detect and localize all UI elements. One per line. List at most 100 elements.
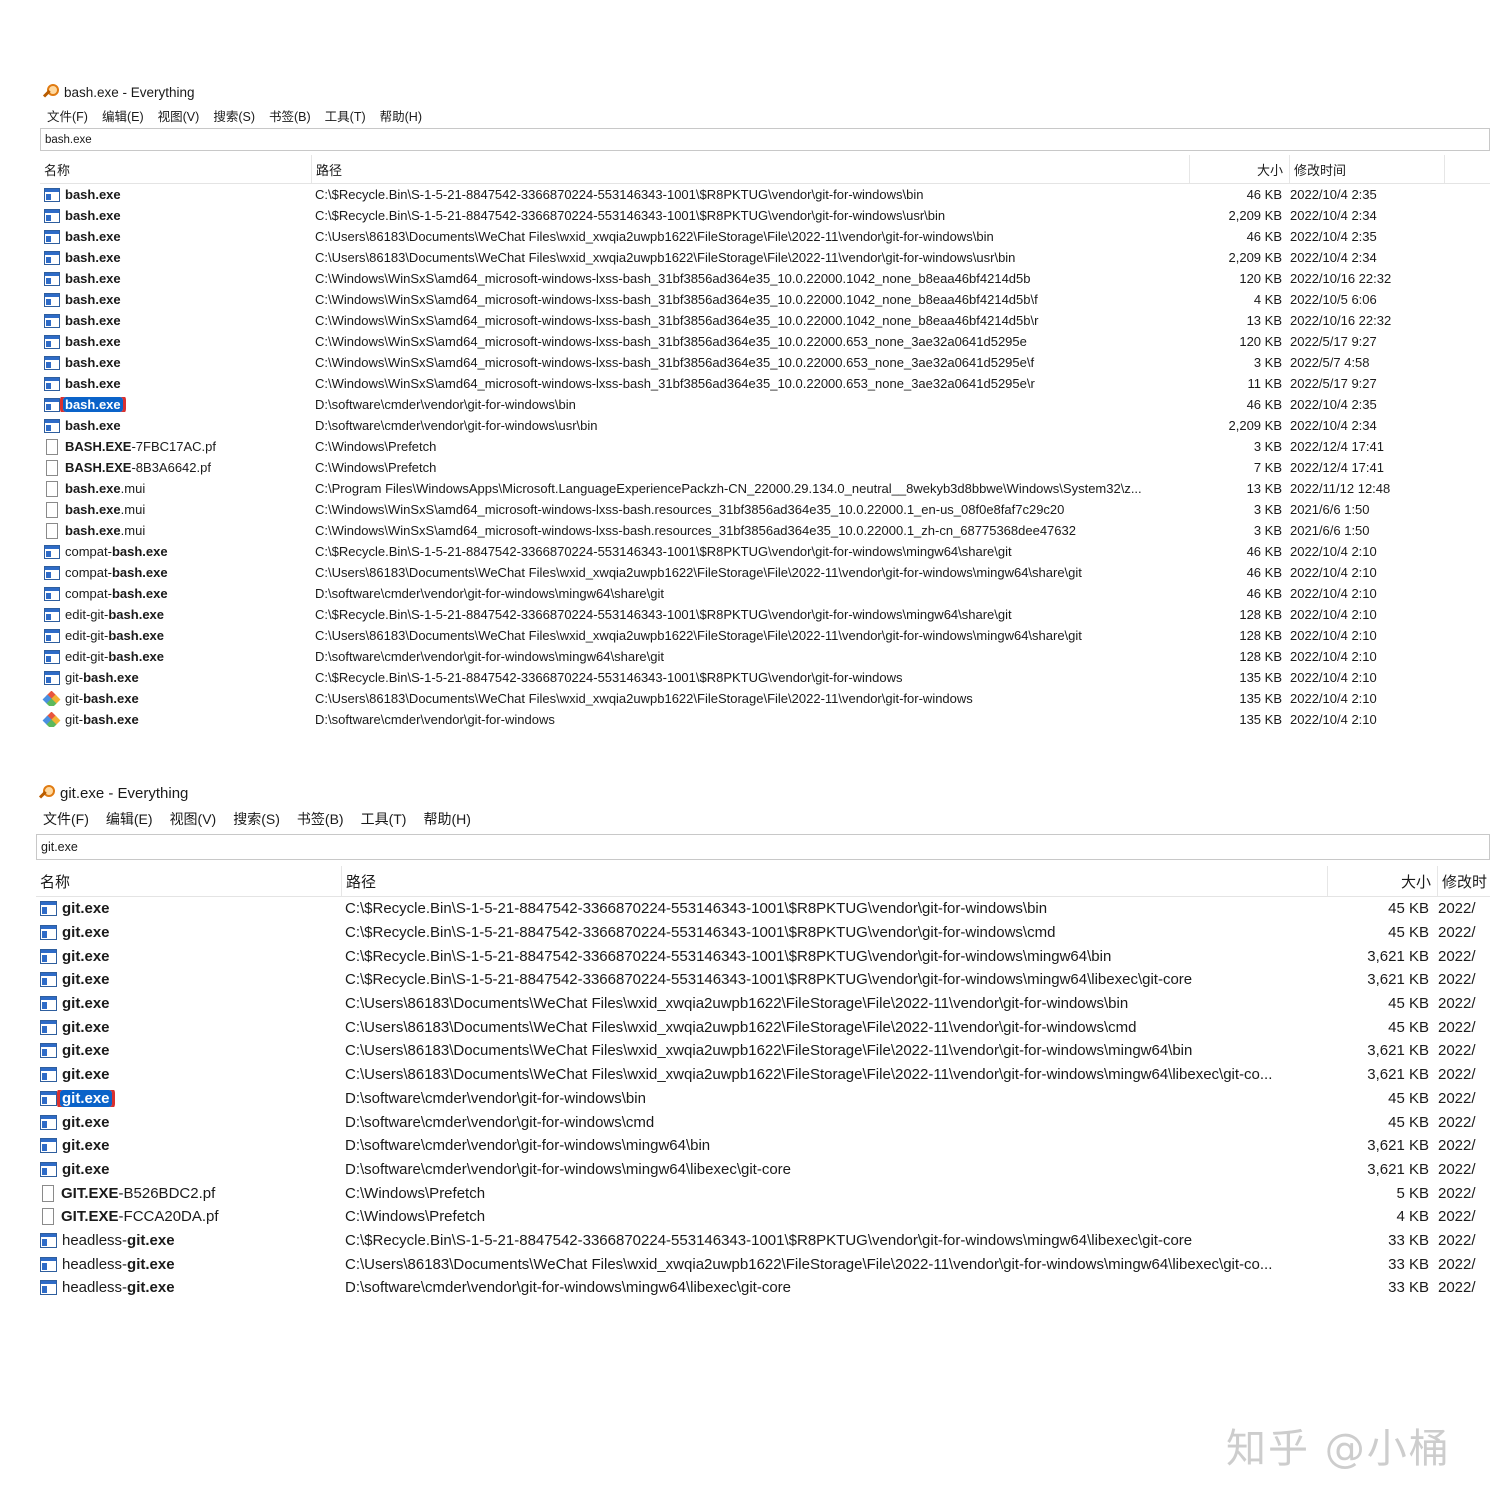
table-row[interactable]: headless-git.exe C:\$Recycle.Bin\S-1-5-21…	[36, 1229, 1490, 1253]
table-row[interactable]: bash.exe.mui C:\Windows\WinSxS\amd64_micr…	[40, 499, 1490, 520]
file-name[interactable]: bash.exe	[63, 250, 123, 265]
table-row[interactable]: compat-bash.exe C:\$Recycle.Bin\S-1-5-21-…	[40, 541, 1490, 562]
table-row[interactable]: git-bash.exe C:\$Recycle.Bin\S-1-5-21-884…	[40, 667, 1490, 688]
file-name[interactable]: bash.exe	[63, 271, 123, 286]
file-name[interactable]: git.exe	[60, 924, 112, 941]
file-name[interactable]: git.exe	[60, 948, 112, 965]
table-row[interactable]: edit-git-bash.exe C:\$Recycle.Bin\S-1-5-2…	[40, 604, 1490, 625]
table-row[interactable]: bash.exe C:\$Recycle.Bin\S-1-5-21-8847542…	[40, 205, 1490, 226]
menu-edit[interactable]: 编辑(E)	[106, 809, 153, 829]
column-header-modified[interactable]: 修改时	[1438, 866, 1490, 896]
file-name[interactable]: edit-git-bash.exe	[63, 649, 166, 664]
file-name[interactable]: git.exe	[60, 995, 112, 1012]
table-row[interactable]: bash.exe C:\Windows\WinSxS\amd64_microsof…	[40, 373, 1490, 394]
file-name[interactable]: git.exe	[57, 1089, 115, 1107]
column-header-name[interactable]: 名称	[40, 155, 312, 183]
table-row[interactable]: compat-bash.exe D:\software\cmder\vendor\…	[40, 583, 1490, 604]
file-name[interactable]: git.exe	[60, 1161, 112, 1178]
table-row[interactable]: bash.exe C:\Windows\WinSxS\amd64_microsof…	[40, 289, 1490, 310]
file-name[interactable]: git.exe	[60, 1114, 112, 1131]
table-row[interactable]: BASH.EXE-8B3A6642.pf C:\Windows\Prefetch 7…	[40, 457, 1490, 478]
menu-bookmarks[interactable]: 书签(B)	[297, 809, 344, 829]
file-name[interactable]: bash.exe	[63, 187, 123, 202]
table-row[interactable]: git.exe D:\software\cmder\vendor\git-for-…	[36, 1087, 1490, 1111]
table-row[interactable]: bash.exe D:\software\cmder\vendor\git-for…	[40, 415, 1490, 436]
table-row[interactable]: bash.exe C:\Users\86183\Documents\WeChat …	[40, 226, 1490, 247]
file-name[interactable]: git.exe	[60, 1019, 112, 1036]
menu-help[interactable]: 帮助(H)	[380, 106, 422, 125]
table-row[interactable]: headless-git.exe C:\Users\86183\Documents…	[36, 1252, 1490, 1276]
file-name[interactable]: headless-git.exe	[60, 1256, 177, 1273]
table-row[interactable]: bash.exe C:\Windows\WinSxS\amd64_microsof…	[40, 310, 1490, 331]
file-name[interactable]: bash.exe	[63, 418, 123, 433]
menu-edit[interactable]: 编辑(E)	[102, 106, 144, 125]
column-header-size[interactable]: 大小	[1190, 155, 1290, 183]
file-name[interactable]: bash.exe	[63, 208, 123, 223]
table-row[interactable]: git.exe C:\$Recycle.Bin\S-1-5-21-8847542-…	[36, 944, 1490, 968]
file-name[interactable]: bash.exe	[63, 229, 123, 244]
file-name[interactable]: git.exe	[60, 971, 112, 988]
column-header-name[interactable]: 名称	[36, 866, 342, 896]
file-name[interactable]: compat-bash.exe	[63, 544, 170, 559]
file-name[interactable]: compat-bash.exe	[63, 565, 170, 580]
file-name[interactable]: headless-git.exe	[60, 1279, 177, 1296]
table-row[interactable]: git.exe C:\Users\86183\Documents\WeChat F…	[36, 1063, 1490, 1087]
table-row[interactable]: git.exe C:\$Recycle.Bin\S-1-5-21-8847542-…	[36, 968, 1490, 992]
file-name[interactable]: bash.exe	[63, 292, 123, 307]
search-input[interactable]	[41, 840, 1489, 854]
file-name[interactable]: edit-git-bash.exe	[63, 607, 166, 622]
table-row[interactable]: compat-bash.exe C:\Users\86183\Documents\…	[40, 562, 1490, 583]
table-row[interactable]: git-bash.exe C:\Users\86183\Documents\WeC…	[40, 688, 1490, 709]
table-row[interactable]: headless-git.exe D:\software\cmder\vendor…	[36, 1276, 1490, 1300]
file-name[interactable]: compat-bash.exe	[63, 586, 170, 601]
table-row[interactable]: git.exe C:\Users\86183\Documents\WeChat F…	[36, 1039, 1490, 1063]
menu-help[interactable]: 帮助(H)	[423, 809, 470, 829]
file-name[interactable]: headless-git.exe	[60, 1232, 177, 1249]
table-row[interactable]: git.exe D:\software\cmder\vendor\git-for-…	[36, 1134, 1490, 1158]
file-name[interactable]: git.exe	[60, 1137, 112, 1154]
menu-view[interactable]: 视图(V)	[158, 106, 200, 125]
file-name[interactable]: bash.exe	[60, 397, 126, 412]
table-row[interactable]: BASH.EXE-7FBC17AC.pf C:\Windows\Prefetch 3…	[40, 436, 1490, 457]
file-name[interactable]: git-bash.exe	[63, 691, 141, 706]
menu-search[interactable]: 搜索(S)	[213, 106, 255, 125]
column-header-path[interactable]: 路径	[342, 866, 1328, 896]
file-name[interactable]: GIT.EXE-FCCA20DA.pf	[59, 1208, 221, 1225]
file-name[interactable]: bash.exe.mui	[63, 481, 147, 496]
table-row[interactable]: git.exe D:\software\cmder\vendor\git-for-…	[36, 1158, 1490, 1182]
table-row[interactable]: bash.exe C:\Windows\WinSxS\amd64_microsof…	[40, 331, 1490, 352]
table-row[interactable]: git.exe C:\Users\86183\Documents\WeChat F…	[36, 1015, 1490, 1039]
file-name[interactable]: git.exe	[60, 1042, 112, 1059]
table-row[interactable]: GIT.EXE-B526BDC2.pf C:\Windows\Prefetch 5 …	[36, 1181, 1490, 1205]
file-name[interactable]: git-bash.exe	[63, 670, 141, 685]
file-name[interactable]: git-bash.exe	[63, 712, 141, 727]
file-name[interactable]: bash.exe	[63, 376, 123, 391]
file-name[interactable]: edit-git-bash.exe	[63, 628, 166, 643]
file-name[interactable]: bash.exe	[63, 355, 123, 370]
table-row[interactable]: bash.exe D:\software\cmder\vendor\git-for…	[40, 394, 1490, 415]
file-name[interactable]: bash.exe.mui	[63, 523, 147, 538]
file-name[interactable]: git.exe	[60, 900, 112, 917]
column-header-path[interactable]: 路径	[312, 155, 1190, 183]
table-row[interactable]: edit-git-bash.exe C:\Users\86183\Document…	[40, 625, 1490, 646]
menu-file[interactable]: 文件(F)	[47, 106, 88, 125]
menu-bookmarks[interactable]: 书签(B)	[269, 106, 311, 125]
table-row[interactable]: bash.exe C:\$Recycle.Bin\S-1-5-21-8847542…	[40, 184, 1490, 205]
column-header-size[interactable]: 大小	[1328, 866, 1438, 896]
menu-tools[interactable]: 工具(T)	[361, 809, 407, 829]
table-row[interactable]: bash.exe C:\Windows\WinSxS\amd64_microsof…	[40, 352, 1490, 373]
menu-search[interactable]: 搜索(S)	[233, 809, 280, 829]
file-name[interactable]: bash.exe	[63, 334, 123, 349]
table-row[interactable]: GIT.EXE-FCCA20DA.pf C:\Windows\Prefetch 4 …	[36, 1205, 1490, 1229]
menu-view[interactable]: 视图(V)	[170, 809, 217, 829]
file-name[interactable]: BASH.EXE-7FBC17AC.pf	[63, 439, 218, 454]
file-name[interactable]: git.exe	[60, 1066, 112, 1083]
file-name[interactable]: BASH.EXE-8B3A6642.pf	[63, 460, 213, 475]
table-row[interactable]: bash.exe C:\Users\86183\Documents\WeChat …	[40, 247, 1490, 268]
column-header-modified[interactable]: 修改时间	[1290, 155, 1445, 183]
file-name[interactable]: bash.exe	[63, 313, 123, 328]
table-row[interactable]: git.exe C:\$Recycle.Bin\S-1-5-21-8847542-…	[36, 897, 1490, 921]
search-input[interactable]	[45, 133, 1489, 146]
file-name[interactable]: GIT.EXE-B526BDC2.pf	[59, 1185, 217, 1202]
menu-tools[interactable]: 工具(T)	[325, 106, 366, 125]
